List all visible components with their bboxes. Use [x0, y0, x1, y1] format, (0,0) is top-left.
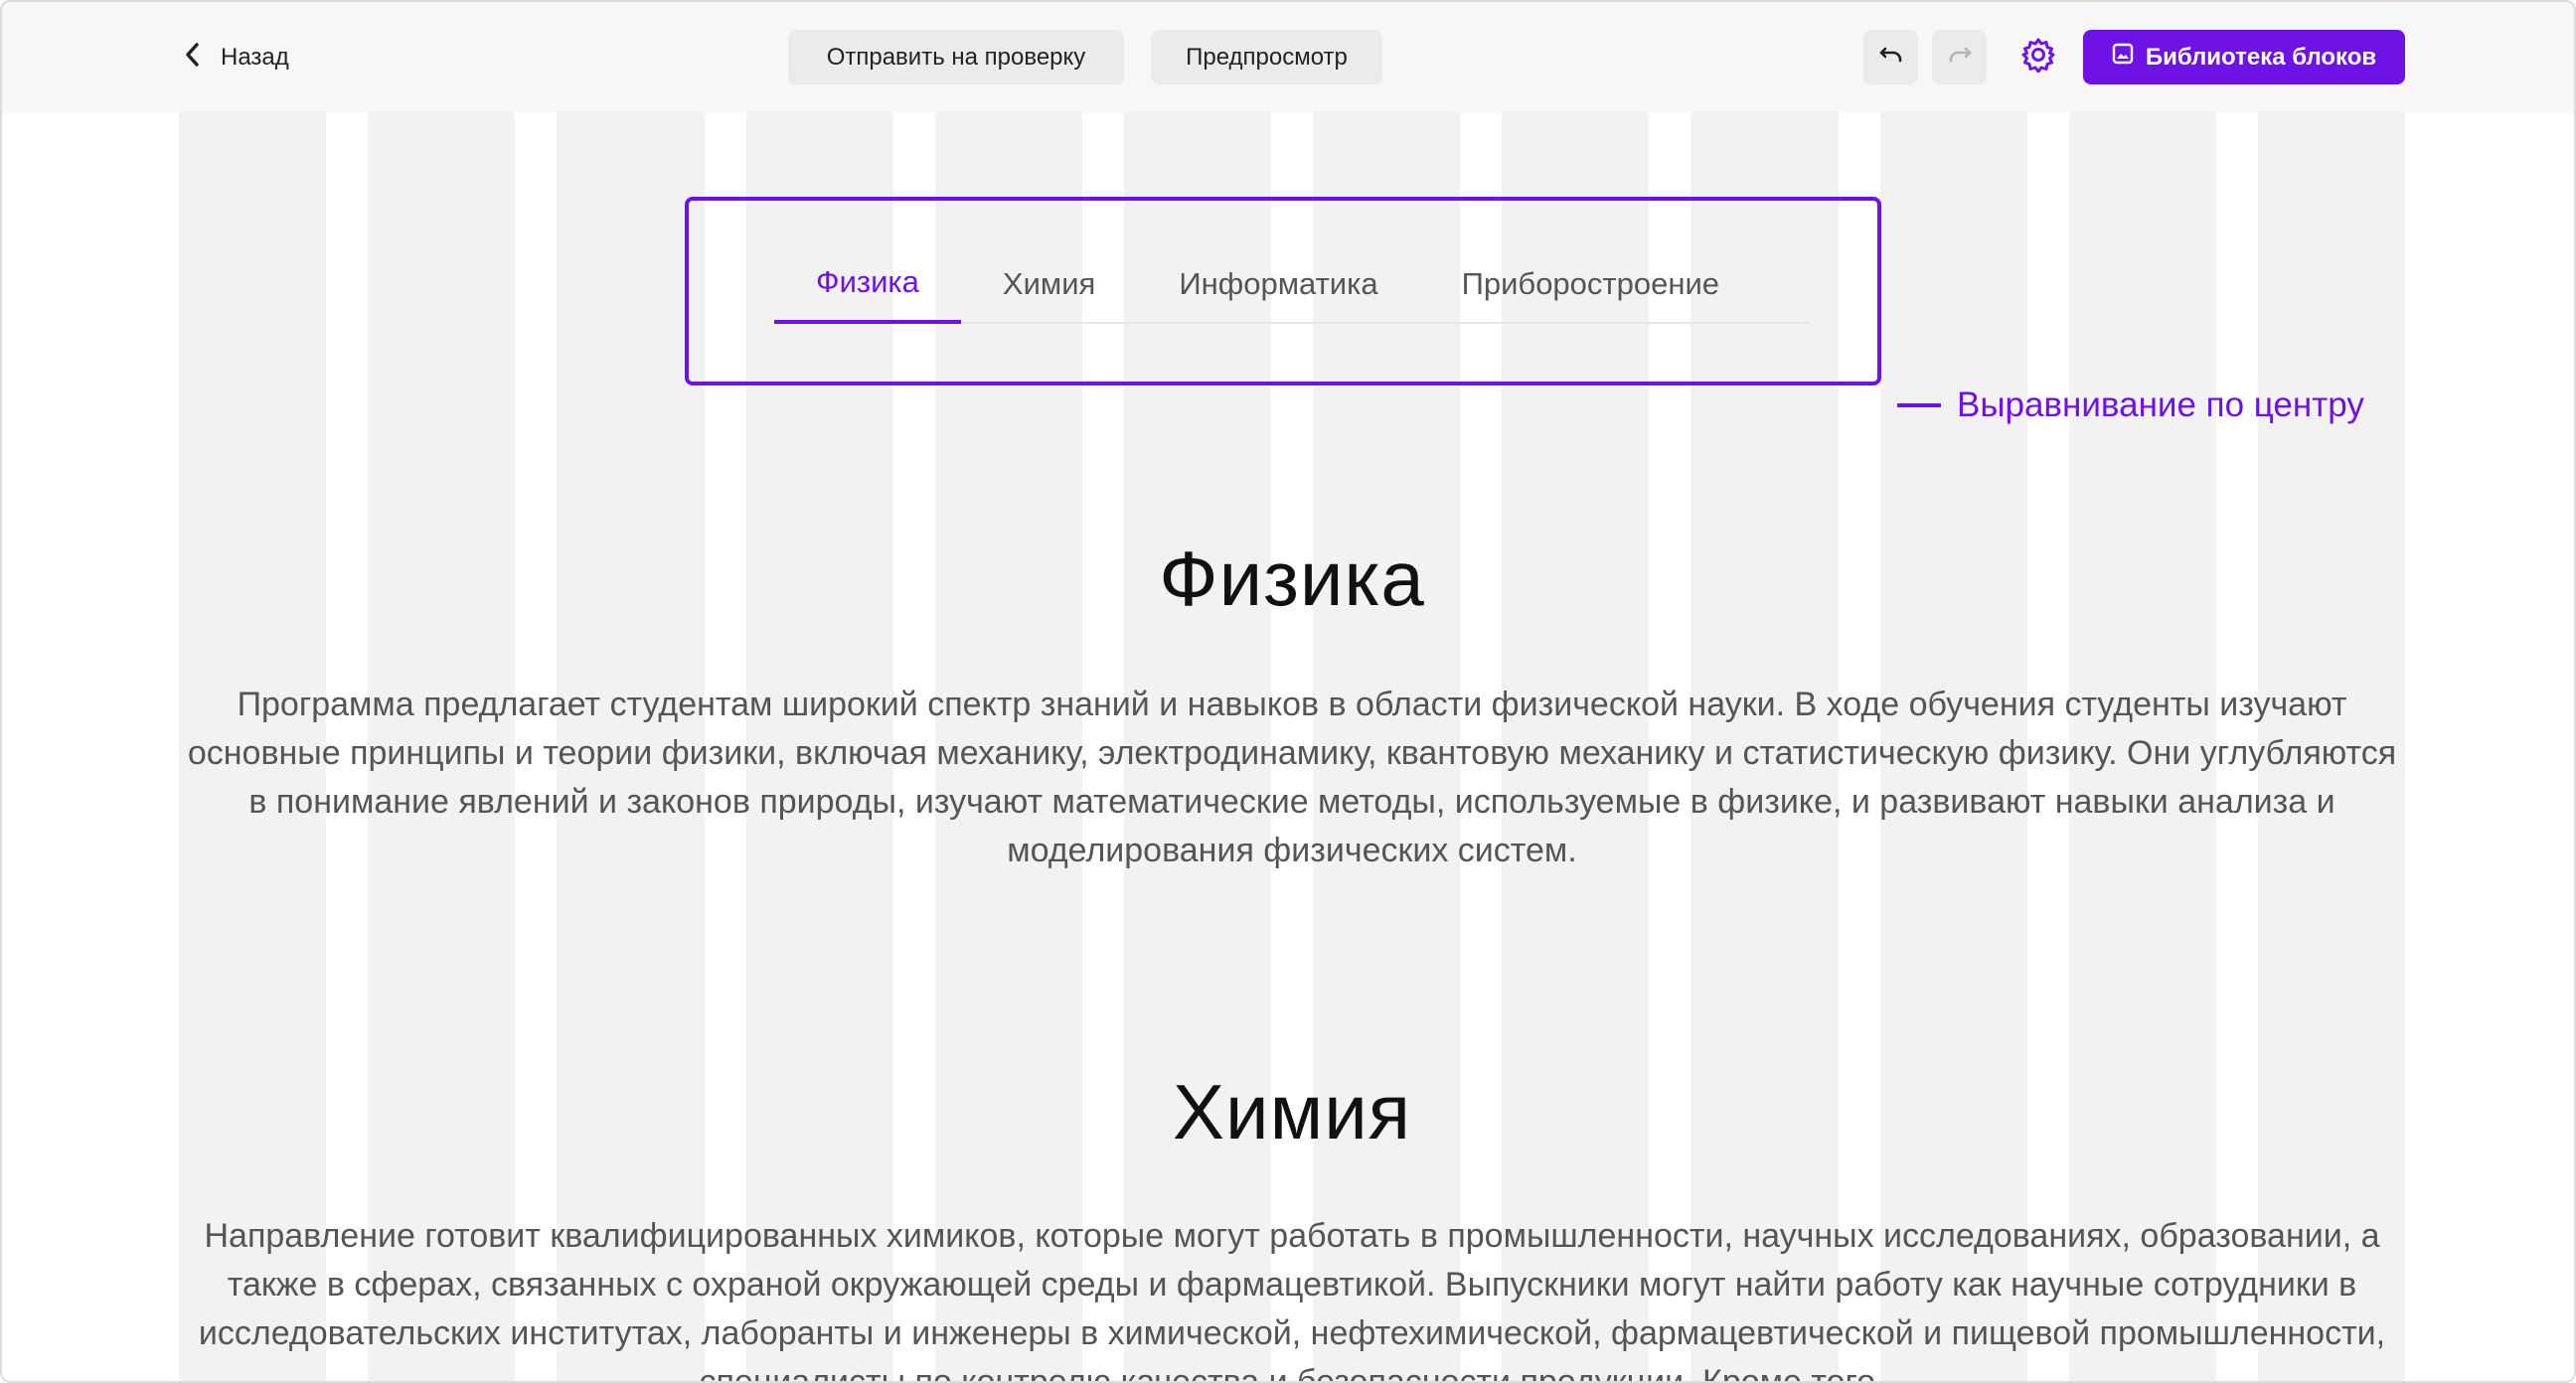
section-text-chemistry: Направление готовит квалифицированных хи…	[198, 1217, 2386, 1383]
section-text-physics: Программа предлагает студентам широкий с…	[187, 686, 2397, 869]
alignment-annotation: Выравнивание по центру	[1897, 384, 2364, 427]
section-title-chemistry: Химия	[1172, 1068, 1412, 1155]
tab-informatics[interactable]: Информатика	[1137, 244, 1419, 324]
editor-window: Назад Отправить на проверку Предпросмотр	[0, 0, 2576, 1383]
tab-chemistry[interactable]: Химия	[961, 244, 1137, 324]
tab-physics[interactable]: Физика	[774, 244, 961, 324]
tab-instrument-engineering[interactable]: Приборостроение	[1420, 244, 1761, 324]
page-content: Физика Химия Информатика Приборостроение…	[2, 2, 2574, 1381]
tab-bar: Физика Химия Информатика Приборостроение	[774, 244, 1810, 324]
annotation-dash	[1897, 403, 1941, 407]
annotation-text: Выравнивание по центру	[1957, 385, 2364, 424]
section-title-physics: Физика	[1159, 535, 1425, 622]
